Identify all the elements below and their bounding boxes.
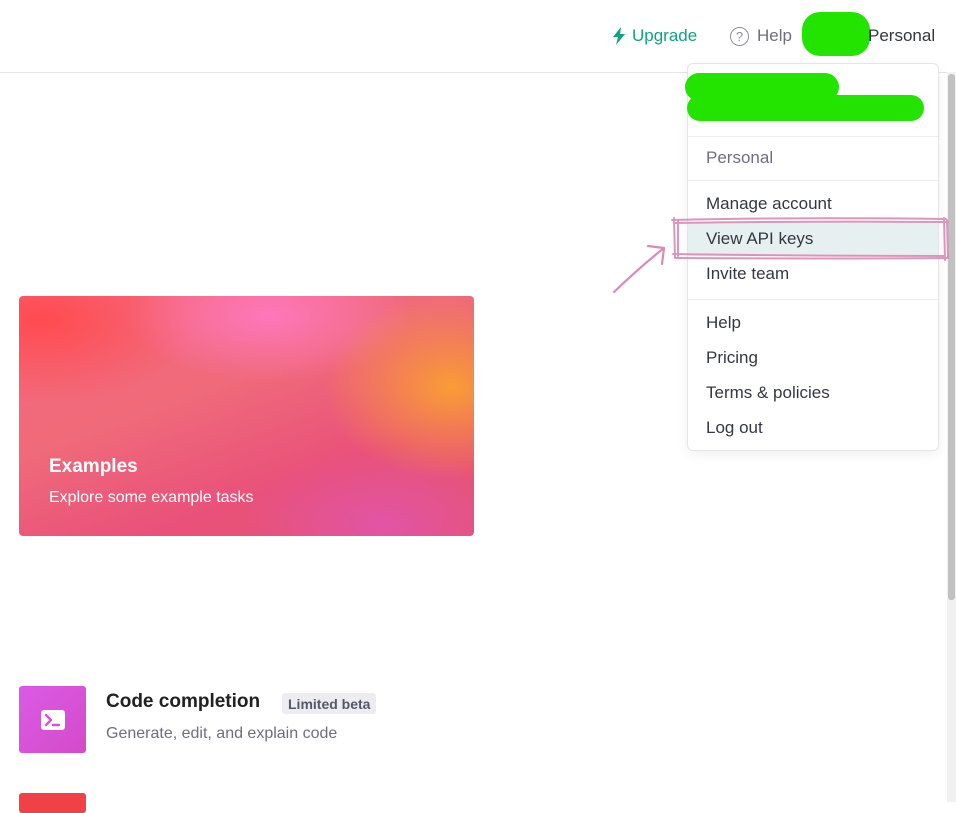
account-switcher[interactable]: Personal	[868, 26, 935, 46]
examples-card-subtitle: Explore some example tasks	[49, 489, 254, 506]
menu-item-log-out[interactable]: Log out	[688, 411, 938, 445]
menu-divider	[688, 299, 938, 300]
menu-divider	[688, 180, 938, 181]
examples-card[interactable]: Examples Explore some example tasks	[19, 296, 474, 536]
menu-item-help[interactable]: Help	[688, 306, 938, 340]
menu-divider	[688, 136, 938, 137]
code-completion-icon[interactable]	[19, 686, 86, 753]
terminal-icon	[40, 709, 65, 730]
limited-beta-badge: Limited beta	[282, 693, 377, 714]
account-dropdown-menu: Personal Manage account View API keys In…	[685, 63, 939, 451]
examples-card-title: Examples	[49, 456, 138, 477]
menu-item-terms-policies[interactable]: Terms & policies	[688, 376, 938, 410]
avatar[interactable]	[802, 12, 870, 56]
lightning-icon	[613, 27, 625, 45]
code-completion-subtitle: Generate, edit, and explain code	[106, 725, 338, 742]
menu-item-manage-account[interactable]: Manage account	[688, 187, 938, 221]
code-completion-title[interactable]: Code completion	[106, 691, 260, 713]
help-label: Help	[757, 26, 792, 45]
menu-item-invite-team[interactable]: Invite team	[688, 257, 938, 291]
menu-item-pricing[interactable]: Pricing	[688, 341, 938, 375]
upgrade-button[interactable]: Upgrade	[612, 24, 697, 48]
annotation-arrow	[612, 244, 666, 294]
menu-item-view-api-keys[interactable]: View API keys	[688, 222, 938, 256]
redacted-user-email	[687, 95, 924, 121]
question-circle-icon: ?	[730, 26, 749, 46]
next-item-icon[interactable]	[19, 793, 86, 813]
upgrade-label: Upgrade	[632, 26, 698, 45]
help-button[interactable]: ? Help	[730, 24, 792, 48]
scrollbar-thumb[interactable]	[948, 74, 955, 600]
menu-item-organization[interactable]: Personal	[688, 141, 938, 175]
